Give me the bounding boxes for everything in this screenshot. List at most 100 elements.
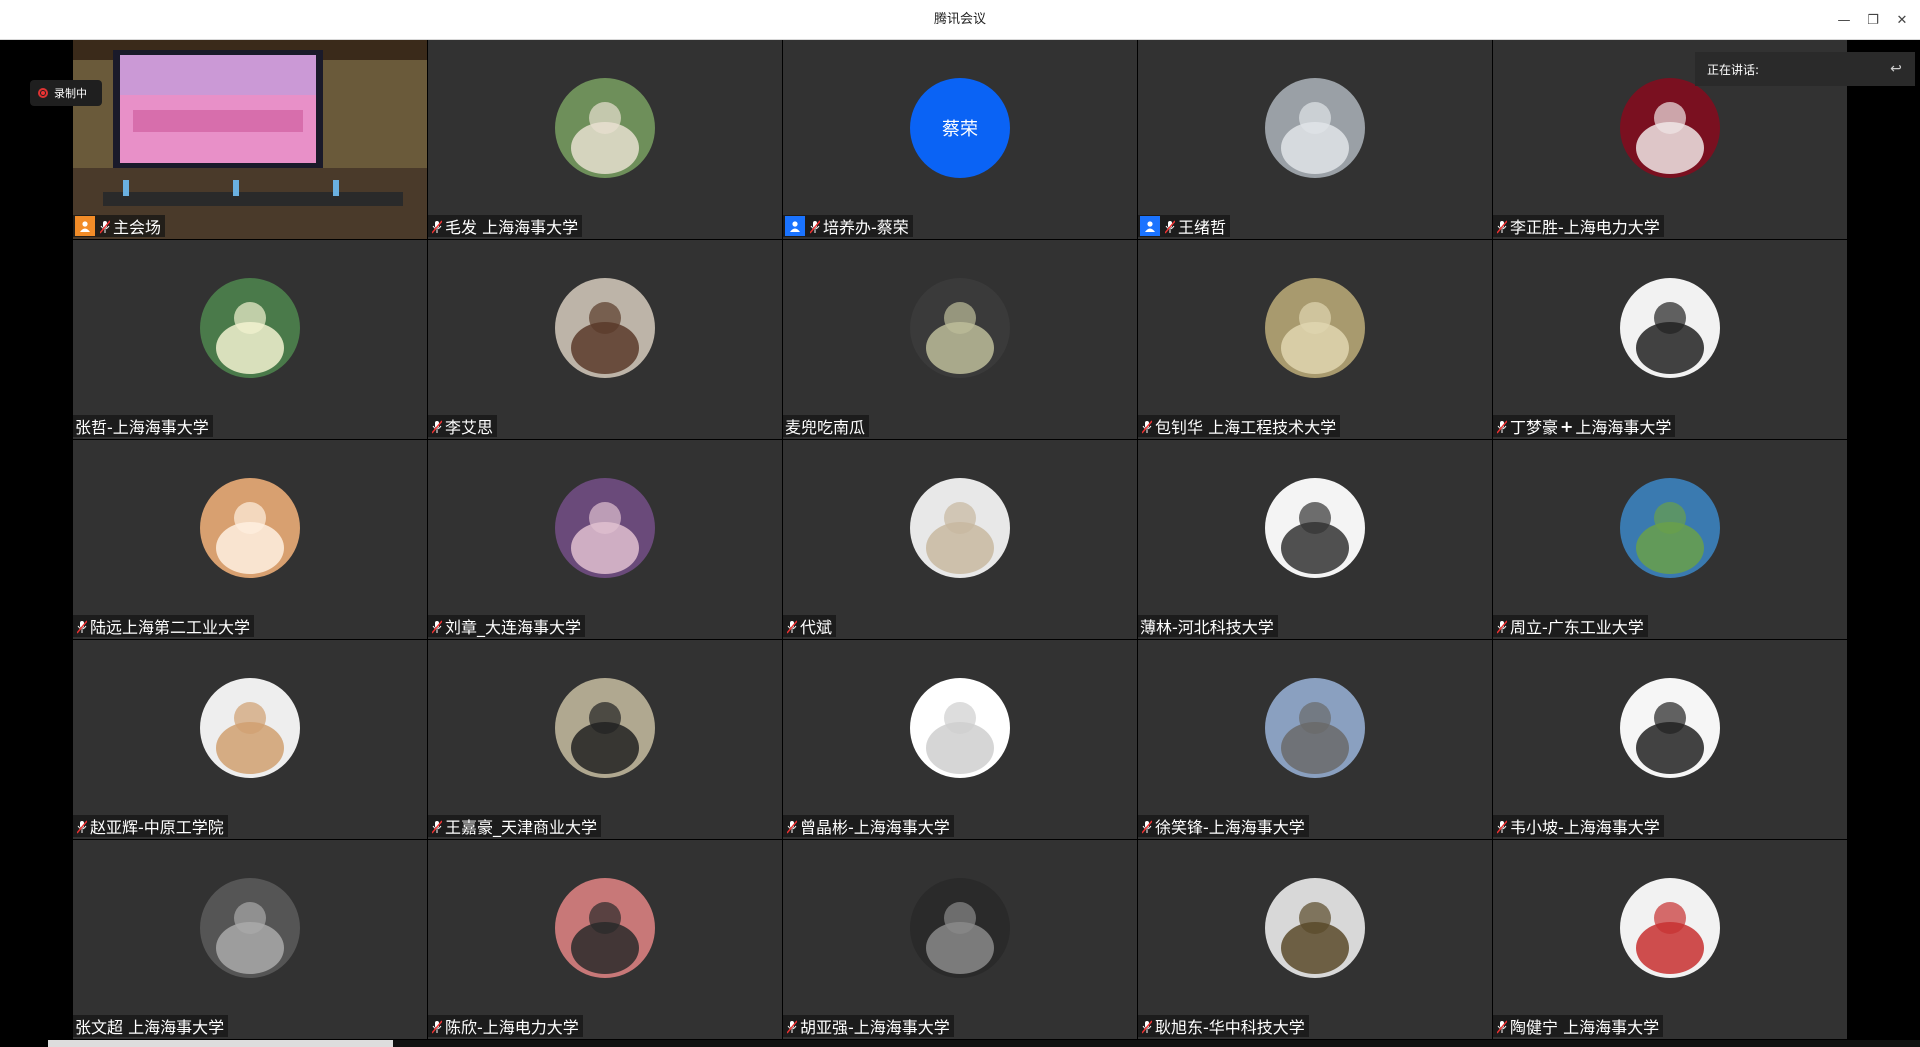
host-icon <box>75 216 95 236</box>
participant-tile[interactable]: 主会场 <box>73 40 427 239</box>
participant-tile[interactable]: 徐笑锋-上海海事大学 <box>1138 640 1492 839</box>
avatar <box>910 478 1010 578</box>
avatar <box>1620 878 1720 978</box>
recording-label: 录制中 <box>54 87 87 100</box>
participant-name-label: 曾晶彬-上海海事大学 <box>783 815 954 837</box>
participant-name: 主会场 <box>113 218 162 237</box>
participant-tile[interactable]: 王嘉豪_天津商业大学 <box>428 640 782 839</box>
minimize-button[interactable]: — <box>1832 8 1856 32</box>
participant-tile[interactable]: 包钊华 上海工程技术大学 <box>1138 240 1492 439</box>
scrollbar-track[interactable] <box>393 1040 1920 1047</box>
participant-name-label: 陈欣-上海电力大学 <box>428 1015 583 1037</box>
mic-muted-icon <box>76 619 88 634</box>
participant-tile[interactable]: 赵亚辉-中原工学院 <box>73 640 427 839</box>
scrollbar-thumb[interactable] <box>48 1040 393 1047</box>
avatar <box>1620 478 1720 578</box>
participant-name: 薄林-河北科技大学 <box>1140 618 1274 637</box>
avatar <box>555 78 655 178</box>
participant-tile[interactable]: 耿旭东-华中科技大学 <box>1138 840 1492 1039</box>
participant-name: 徐笑锋-上海海事大学 <box>1155 818 1305 837</box>
participant-name: 陆远上海第二工业大学 <box>90 618 251 637</box>
avatar <box>910 678 1010 778</box>
mic-muted-icon <box>431 219 443 234</box>
participant-tile[interactable]: 薄林-河北科技大学 <box>1138 440 1492 639</box>
mic-muted-icon <box>431 619 443 634</box>
avatar <box>200 678 300 778</box>
mic-muted-icon <box>1496 1019 1508 1034</box>
video-feed <box>73 40 427 239</box>
title-bar: 腾讯会议 — ❐ ✕ <box>0 0 1920 40</box>
participant-name-label: 培养办-蔡荣 <box>783 215 913 237</box>
participant-tile[interactable]: 毛发 上海海事大学 <box>428 40 782 239</box>
mic-muted-icon <box>1164 219 1176 234</box>
participant-tile[interactable]: 蔡荣培养办-蔡荣 <box>783 40 1137 239</box>
participant-name: 王嘉豪_天津商业大学 <box>445 818 598 837</box>
participant-name-label: 包钊华 上海工程技术大学 <box>1138 415 1341 437</box>
participant-tile[interactable]: 麦兜吃南瓜 <box>783 240 1137 439</box>
participant-name: 李正胜-上海电力大学 <box>1510 218 1660 237</box>
mic-muted-icon <box>99 219 111 234</box>
participant-name: 陶健宁 上海海事大学 <box>1510 1018 1660 1037</box>
mic-muted-icon <box>786 1019 798 1034</box>
participant-name-label: 陆远上海第二工业大学 <box>73 615 255 637</box>
mic-muted-icon <box>1496 419 1508 434</box>
participant-tile[interactable]: 代斌 <box>783 440 1137 639</box>
participant-name-label: 代斌 <box>783 615 837 637</box>
speaking-panel: 正在讲话: ↩ <box>1695 52 1915 86</box>
participant-tile[interactable]: 张哲-上海海事大学 <box>73 240 427 439</box>
host-icon <box>785 216 805 236</box>
participant-name-label: 胡亚强-上海海事大学 <box>783 1015 954 1037</box>
participant-name-label: 徐笑锋-上海海事大学 <box>1138 815 1309 837</box>
participant-tile[interactable]: 李艾思 <box>428 240 782 439</box>
participant-tile[interactable]: 张文超 上海海事大学 <box>73 840 427 1039</box>
participant-name: 陈欣-上海电力大学 <box>445 1018 579 1037</box>
avatar: 蔡荣 <box>910 78 1010 178</box>
participant-name: 刘章_大连海事大学 <box>445 618 582 637</box>
collapse-icon[interactable]: ↩ <box>1885 58 1907 80</box>
participant-name: 包钊华 上海工程技术大学 <box>1155 418 1337 437</box>
participant-tile[interactable]: 王绪哲 <box>1138 40 1492 239</box>
participant-name: 毛发 上海海事大学 <box>445 218 579 237</box>
participant-tile[interactable]: 陶健宁 上海海事大学 <box>1493 840 1847 1039</box>
mic-muted-icon <box>786 619 798 634</box>
window-title: 腾讯会议 <box>933 12 986 27</box>
participant-tile[interactable]: 陈欣-上海电力大学 <box>428 840 782 1039</box>
mic-muted-icon <box>431 419 443 434</box>
participant-tile[interactable]: 丁梦豪 + 上海海事大学 <box>1493 240 1847 439</box>
avatar <box>200 878 300 978</box>
mic-muted-icon <box>786 819 798 834</box>
participant-name-label: 麦兜吃南瓜 <box>783 415 870 437</box>
participant-name-label: 耿旭东-华中科技大学 <box>1138 1015 1309 1037</box>
avatar <box>1265 478 1365 578</box>
restore-button[interactable]: ❐ <box>1861 8 1885 32</box>
participant-tile[interactable]: 刘章_大连海事大学 <box>428 440 782 639</box>
avatar <box>1620 278 1720 378</box>
close-button[interactable]: ✕ <box>1890 8 1914 32</box>
participant-name-label: 主会场 <box>73 215 166 237</box>
avatar <box>555 278 655 378</box>
participant-tile[interactable]: 曾晶彬-上海海事大学 <box>783 640 1137 839</box>
participant-name-label: 毛发 上海海事大学 <box>428 215 583 237</box>
participant-name-label: 李正胜-上海电力大学 <box>1493 215 1664 237</box>
participant-tile[interactable]: 陆远上海第二工业大学 <box>73 440 427 639</box>
mic-muted-icon <box>1141 1019 1153 1034</box>
participant-name: 丁梦豪 <box>1510 418 1559 437</box>
participant-name-label: 丁梦豪 + 上海海事大学 <box>1493 415 1676 437</box>
participant-tile[interactable]: 韦小坡-上海海事大学 <box>1493 640 1847 839</box>
participant-name-label: 李艾思 <box>428 415 498 437</box>
recording-indicator[interactable]: 录制中 <box>30 80 102 106</box>
avatar <box>1265 278 1365 378</box>
mic-muted-icon <box>431 1019 443 1034</box>
avatar <box>1265 78 1365 178</box>
avatar <box>1620 678 1720 778</box>
participant-tile[interactable]: 周立-广东工业大学 <box>1493 440 1847 639</box>
participant-name: 培养办-蔡荣 <box>823 218 909 237</box>
participant-name: 张文超 上海海事大学 <box>75 1018 225 1037</box>
avatar <box>555 678 655 778</box>
mic-muted-icon <box>1496 819 1508 834</box>
avatar <box>910 878 1010 978</box>
mic-muted-icon <box>76 819 88 834</box>
participant-name-label: 薄林-河北科技大学 <box>1138 615 1278 637</box>
participant-tile[interactable]: 胡亚强-上海海事大学 <box>783 840 1137 1039</box>
participant-name: 韦小坡-上海海事大学 <box>1510 818 1660 837</box>
